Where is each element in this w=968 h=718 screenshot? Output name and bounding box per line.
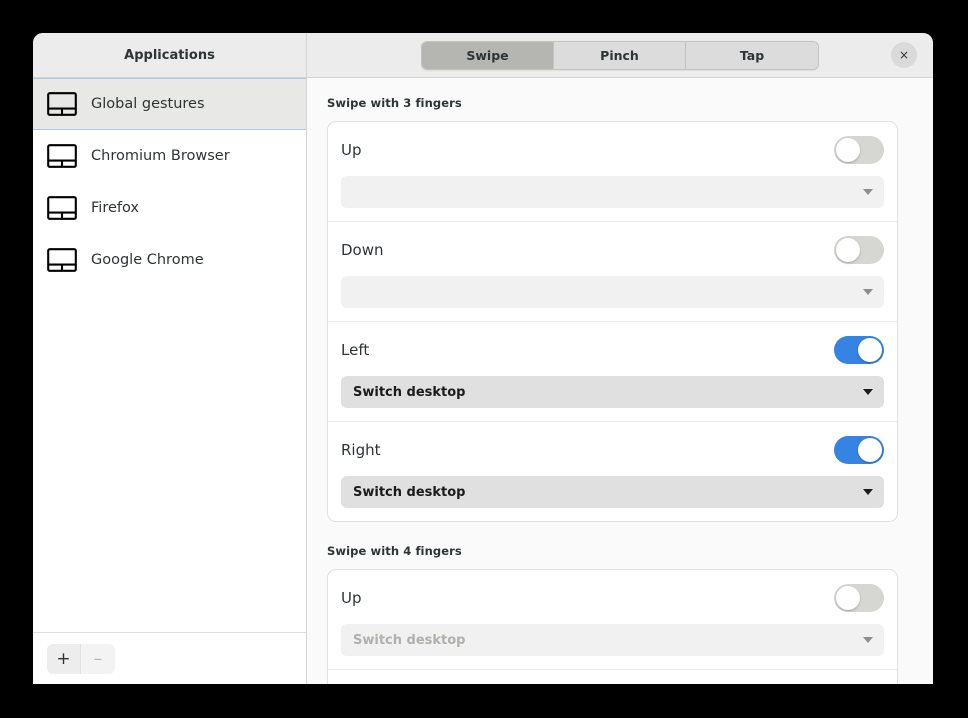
gesture-settings-content: Swipe with 3 fingers Up Down Left Switch des… — [307, 78, 933, 684]
gesture-toggle-right[interactable] — [834, 436, 884, 464]
gesture-row-header: Right — [341, 436, 884, 464]
tab-pinch[interactable]: Pinch — [554, 42, 686, 69]
sidebar-header: Applications — [33, 33, 307, 77]
chevron-down-icon — [863, 389, 873, 395]
touchpad-icon — [47, 196, 77, 220]
gesture-action-value: Switch desktop — [353, 385, 466, 400]
touchpad-icon — [47, 248, 77, 272]
sidebar-item-global-gestures[interactable]: Global gestures — [33, 78, 306, 130]
add-application-button[interactable]: + — [47, 644, 81, 674]
remove-application-button: – — [81, 644, 115, 674]
gesture-toggle-down[interactable] — [834, 236, 884, 264]
tab-tap-label: Tap — [740, 48, 764, 63]
chevron-down-icon — [863, 289, 873, 295]
touchpad-icon — [47, 144, 77, 168]
section-title: Swipe with 4 fingers — [327, 544, 898, 558]
sidebar-item-firefox[interactable]: Firefox — [33, 182, 306, 234]
toggle-knob — [858, 338, 882, 362]
add-remove-group[interactable]: + – — [47, 644, 115, 674]
plus-icon: + — [56, 649, 70, 669]
toggle-knob — [858, 438, 882, 462]
tab-swipe[interactable]: Swipe — [422, 42, 554, 69]
gesture-direction-label: Left — [341, 341, 369, 359]
sidebar-toolbar: + – — [33, 632, 306, 684]
gesture-direction-label: Up — [341, 141, 362, 159]
gesture-row-header: Up — [341, 584, 884, 612]
gesture-row-down: Down — [328, 670, 897, 684]
toggle-knob — [836, 138, 860, 162]
chevron-down-icon — [863, 189, 873, 195]
tab-tap[interactable]: Tap — [686, 42, 818, 69]
gesture-row-header: Down — [341, 236, 884, 264]
header-right: Swipe Pinch Tap × — [307, 33, 933, 77]
close-button[interactable]: × — [891, 42, 917, 68]
toggle-knob — [836, 238, 860, 262]
chevron-down-icon — [863, 637, 873, 643]
gesture-action-dropdown-left[interactable]: Switch desktop — [341, 376, 884, 408]
gesture-row-left: Left Switch desktop — [328, 322, 897, 422]
sidebar-item-label: Global gestures — [91, 96, 205, 112]
gesture-row-up: Up — [328, 122, 897, 222]
tab-swipe-label: Swipe — [466, 48, 508, 63]
gesture-action-value: Switch desktop — [353, 485, 466, 500]
section-title: Swipe with 3 fingers — [327, 96, 898, 110]
gesture-direction-label: Right — [341, 441, 381, 459]
touchpad-icon — [47, 92, 77, 116]
applications-sidebar: Global gestures Chromium Browser Firefox Go… — [33, 78, 307, 684]
gesture-row-up: Up Switch desktop — [328, 570, 897, 670]
gesture-section: Swipe with 3 fingers Up Down Left Switch des… — [327, 96, 898, 522]
sidebar-item-google-chrome[interactable]: Google Chrome — [33, 234, 306, 286]
sidebar-item-label: Firefox — [91, 200, 139, 216]
applications-title: Applications — [124, 48, 215, 63]
gesture-toggle-up[interactable] — [834, 136, 884, 164]
gesture-card: Up Down Left Switch desktop Right Switch desk… — [327, 121, 898, 522]
sidebar-item-chromium-browser[interactable]: Chromium Browser — [33, 130, 306, 182]
close-icon: × — [899, 48, 909, 62]
gesture-action-dropdown-down — [341, 276, 884, 308]
application-list[interactable]: Global gestures Chromium Browser Firefox Go… — [33, 78, 306, 632]
gesture-section: Swipe with 4 fingers Up Switch desktop Down — [327, 544, 898, 684]
gesture-toggle-left[interactable] — [834, 336, 884, 364]
gesture-row-down: Down — [328, 222, 897, 322]
toggle-knob — [836, 586, 860, 610]
gesture-tab-switcher[interactable]: Swipe Pinch Tap — [421, 41, 819, 70]
tab-pinch-label: Pinch — [600, 48, 639, 63]
minus-icon: – — [94, 649, 103, 669]
gesture-toggle-up[interactable] — [834, 584, 884, 612]
header-bar: Applications Swipe Pinch Tap × — [33, 33, 933, 78]
touche-window: Applications Swipe Pinch Tap × Globa — [33, 33, 933, 684]
gesture-row-header: Up — [341, 136, 884, 164]
chevron-down-icon — [863, 489, 873, 495]
gesture-action-dropdown-up: Switch desktop — [341, 624, 884, 656]
gesture-card: Up Switch desktop Down — [327, 569, 898, 684]
gesture-action-dropdown-right[interactable]: Switch desktop — [341, 476, 884, 508]
gesture-action-dropdown-up — [341, 176, 884, 208]
gesture-row-right: Right Switch desktop — [328, 422, 897, 521]
sidebar-item-label: Google Chrome — [91, 252, 204, 268]
gesture-direction-label: Down — [341, 241, 384, 259]
gesture-action-value: Switch desktop — [353, 633, 466, 648]
gesture-direction-label: Up — [341, 589, 362, 607]
gesture-row-header: Left — [341, 336, 884, 364]
window-body: Global gestures Chromium Browser Firefox Go… — [33, 78, 933, 684]
sidebar-item-label: Chromium Browser — [91, 148, 230, 164]
